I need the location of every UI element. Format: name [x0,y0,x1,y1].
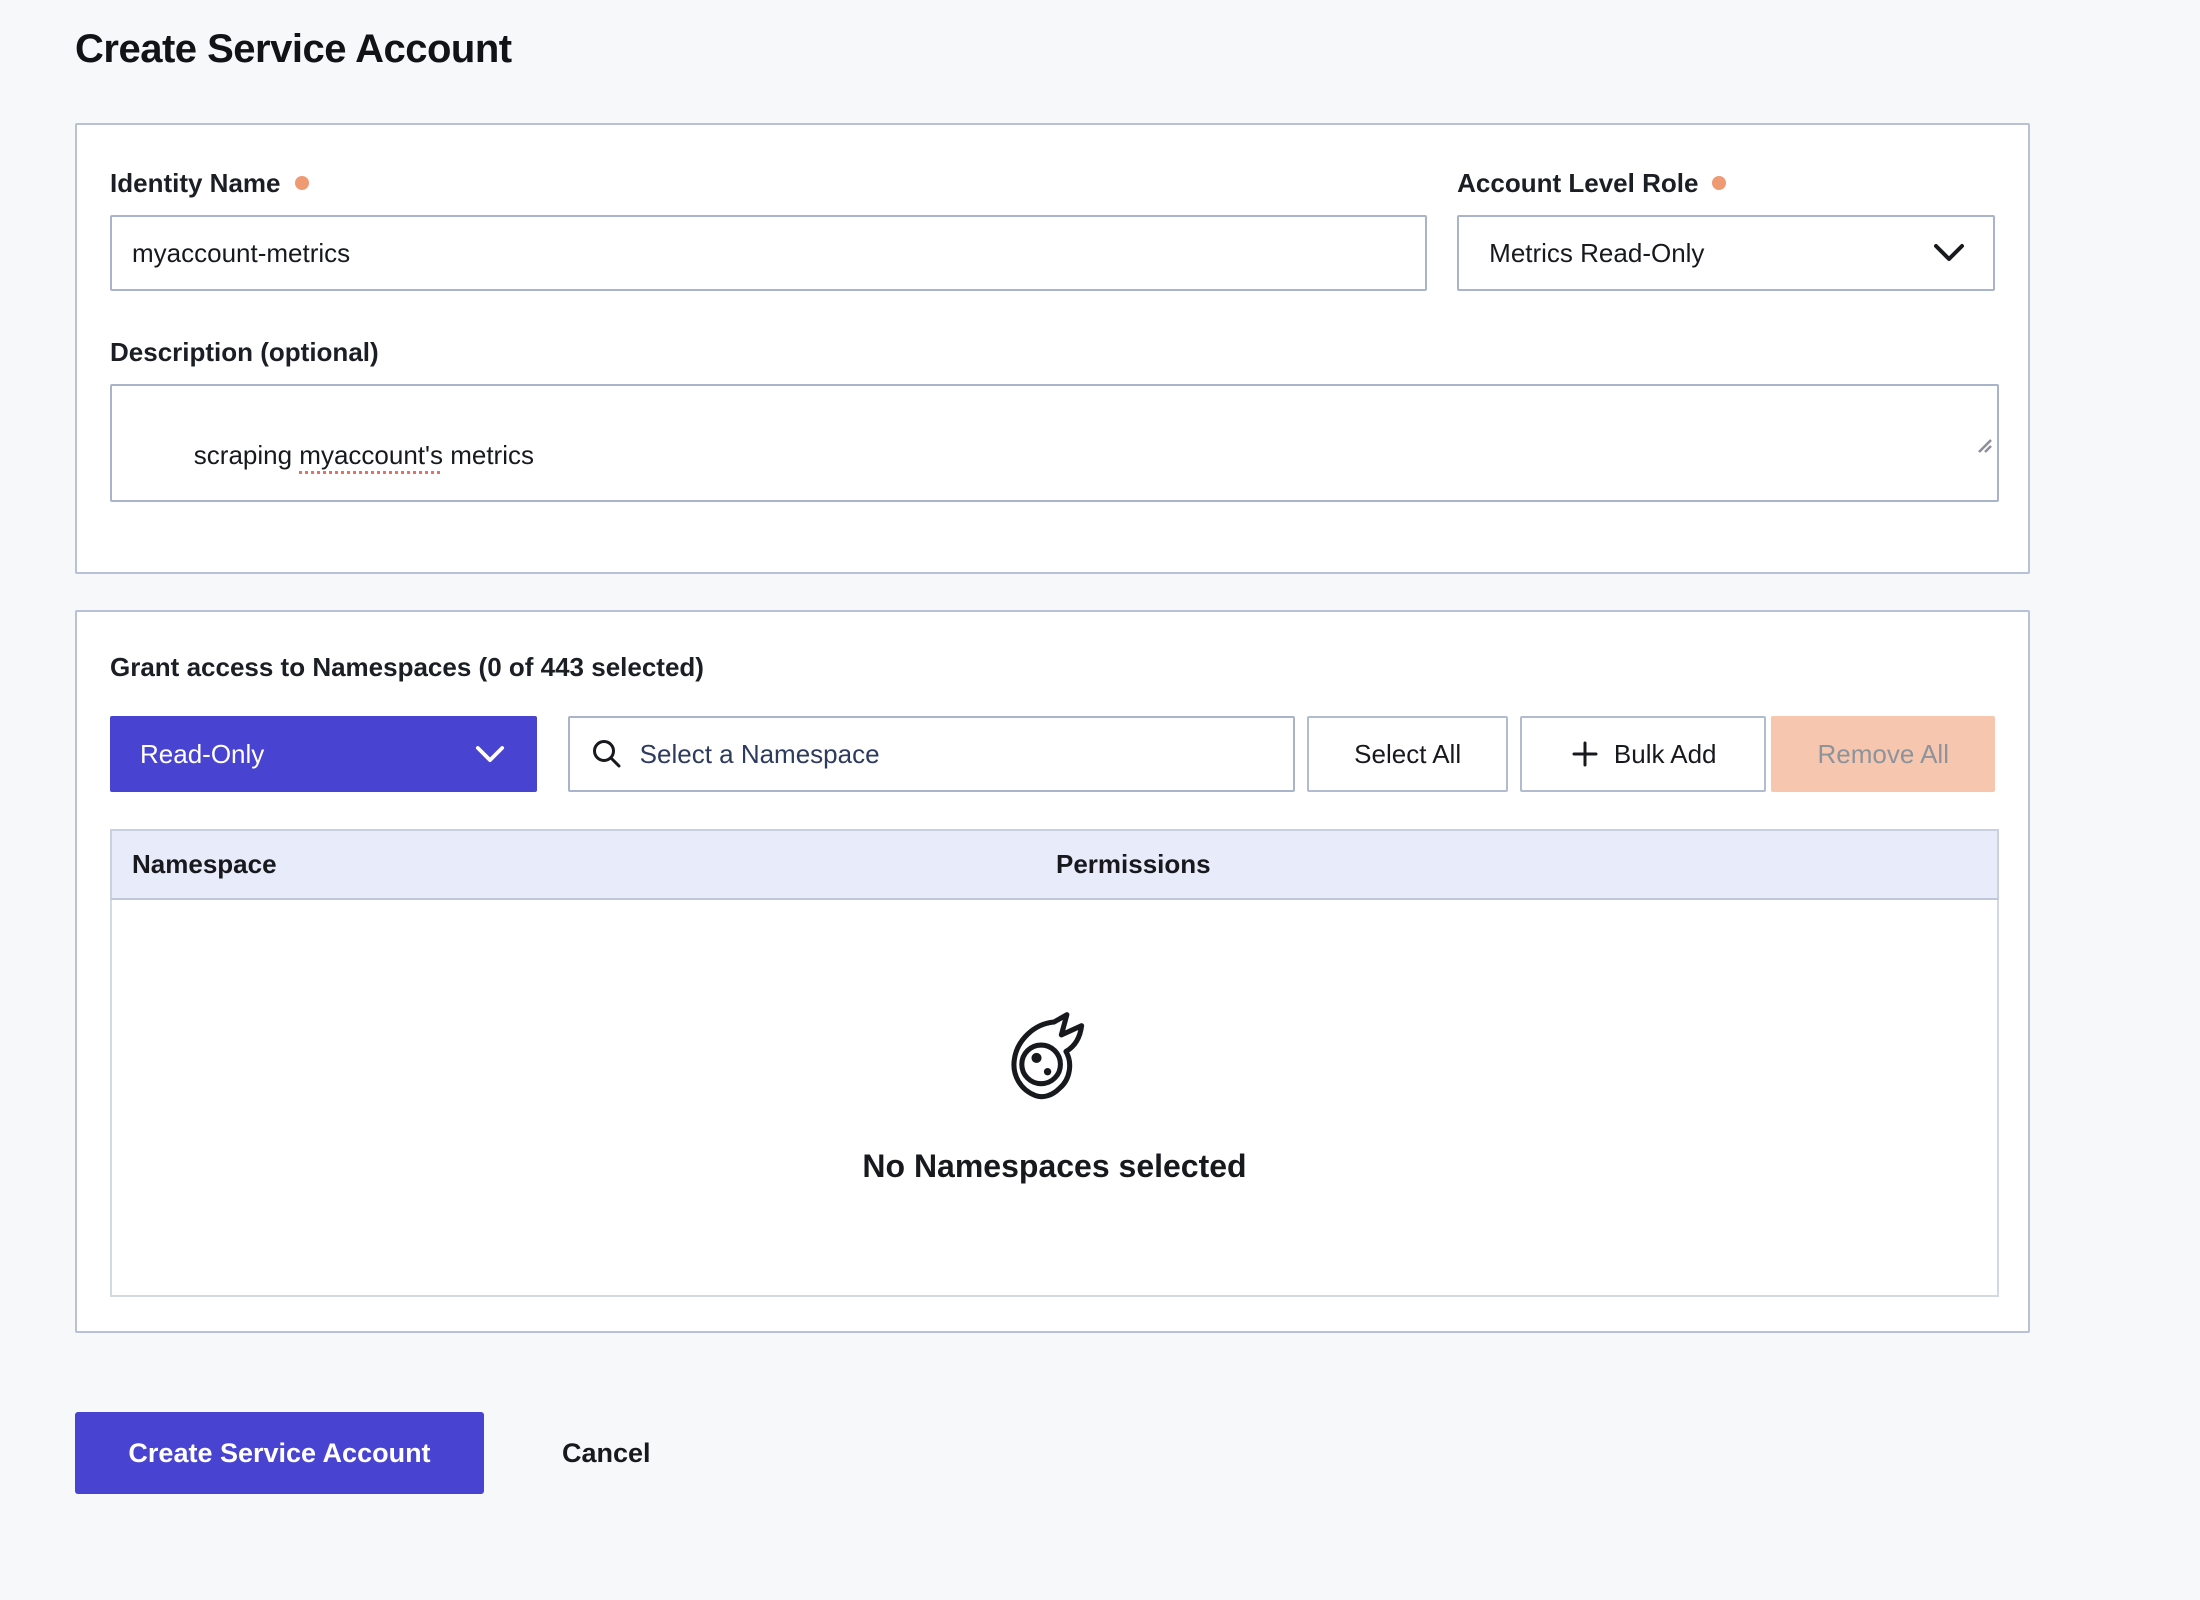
resize-handle-icon[interactable] [1900,395,1994,497]
required-dot-icon [1712,176,1726,190]
description-label: Description (optional) [110,337,379,368]
namespace-search-input[interactable] [640,739,1274,770]
namespaces-controls-row: Read-Only Select All [110,716,1995,792]
remove-all-button[interactable]: Remove All [1771,716,1995,792]
description-misspelled-word: myaccount's [299,440,443,470]
description-text-after: metrics [443,440,534,470]
select-all-label: Select All [1354,739,1461,770]
page-title: Create Service Account [75,26,2030,72]
description-textarea[interactable]: scraping myaccount's metrics [110,384,1999,502]
search-icon [590,737,624,771]
footer-actions: Create Service Account Cancel [75,1412,2030,1494]
empty-state-message: No Namespaces selected [862,1148,1246,1185]
identity-panel: Identity Name Account Level Role Metrics… [75,123,2030,574]
account-role-field-group: Account Level Role Metrics Read-Only [1457,167,1995,291]
identity-name-field-group: Identity Name [110,167,1427,291]
chevron-down-icon [475,745,505,764]
required-dot-icon [295,176,309,190]
permission-role-dropdown[interactable]: Read-Only [110,716,537,792]
namespaces-table-body: No Namespaces selected [110,900,1999,1297]
identity-name-label-row: Identity Name [110,167,1427,199]
select-all-button[interactable]: Select All [1307,716,1508,792]
column-header-permissions: Permissions [1056,849,1997,880]
identity-name-input[interactable] [110,215,1427,291]
account-role-label-row: Account Level Role [1457,167,1995,199]
description-field-group: Description (optional) scraping myaccoun… [110,336,1995,502]
chevron-down-icon [1933,243,1965,263]
create-service-account-page: Create Service Account Identity Name Acc… [0,0,2030,1494]
namespaces-panel: Grant access to Namespaces (0 of 443 sel… [75,610,2030,1333]
cancel-button[interactable]: Cancel [562,1438,651,1469]
empty-state: No Namespaces selected [862,1011,1246,1185]
description-text-before: scraping [194,440,300,470]
comet-icon [1008,1011,1100,1108]
identity-name-label: Identity Name [110,168,281,199]
identity-role-row: Identity Name Account Level Role Metrics… [110,167,1995,291]
plus-icon [1570,739,1600,769]
namespaces-table: Namespace Permissions No Namespaces sele… [110,829,1999,1297]
account-level-role-select[interactable]: Metrics Read-Only [1457,215,1995,291]
account-role-label: Account Level Role [1457,168,1698,199]
bulk-add-label: Bulk Add [1614,739,1717,770]
account-role-selected-value: Metrics Read-Only [1489,238,1704,269]
column-header-namespace: Namespace [112,849,1056,880]
namespaces-table-header: Namespace Permissions [110,829,1999,900]
namespace-search-box [568,716,1296,792]
create-service-account-button[interactable]: Create Service Account [75,1412,484,1494]
description-label-row: Description (optional) [110,336,1995,368]
permission-role-selected-value: Read-Only [140,739,264,770]
remove-all-label: Remove All [1817,739,1949,770]
bulk-add-button[interactable]: Bulk Add [1520,716,1766,792]
namespaces-heading: Grant access to Namespaces (0 of 443 sel… [110,652,1995,683]
